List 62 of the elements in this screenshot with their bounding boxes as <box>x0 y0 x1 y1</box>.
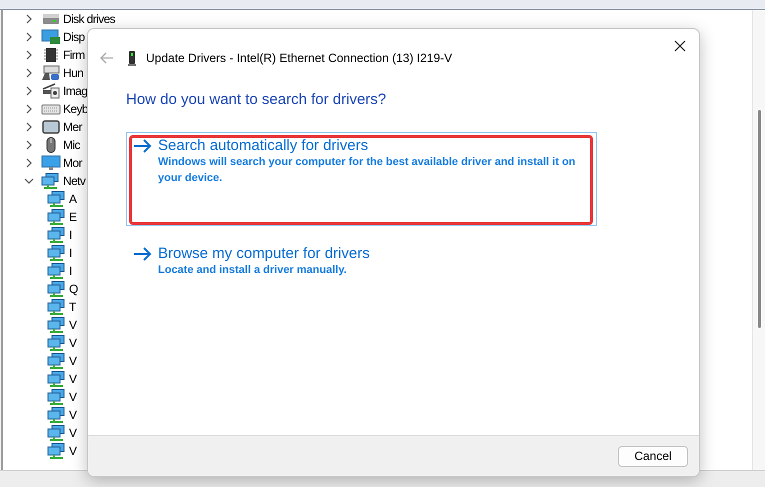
tree-item-label[interactable]: Disp <box>63 30 85 44</box>
tree-item-label[interactable]: I <box>69 228 72 242</box>
tree-item-label[interactable]: I <box>69 246 72 260</box>
tree-item-label[interactable]: Mor <box>63 156 82 170</box>
drive-icon <box>41 11 61 27</box>
option-title: Browse my computer for drivers <box>158 245 370 262</box>
option-description: Locate and install a driver manually. <box>157 263 348 278</box>
network-icon <box>47 227 67 243</box>
tree-item-label[interactable]: Hun <box>63 66 84 80</box>
close-icon <box>674 40 686 52</box>
memory-icon <box>41 119 61 135</box>
tree-item-label[interactable]: V <box>69 408 76 422</box>
tree-item-label[interactable]: V <box>69 444 76 458</box>
tree-item-label[interactable]: A <box>69 192 76 206</box>
tree-item-label[interactable]: V <box>69 372 76 386</box>
network-icon <box>47 443 67 459</box>
tree-item-label[interactable]: V <box>69 354 76 368</box>
scrollbar-thumb[interactable] <box>758 110 760 328</box>
network-icon <box>47 353 67 369</box>
dialog-heading: How do you want to search for drivers? <box>126 91 388 108</box>
network-icon <box>47 389 67 405</box>
cancel-button[interactable]: Cancel <box>618 446 688 466</box>
network-icon <box>47 209 67 225</box>
network-adapter-icon <box>128 50 136 66</box>
dialog-title: Update Drivers - Intel(R) Ethernet Connection (13) I219-V <box>146 51 454 65</box>
arrow-icon <box>133 138 152 152</box>
tree-item-label[interactable]: Firm <box>63 48 85 62</box>
network-icon <box>47 425 67 441</box>
network-icon <box>47 263 67 279</box>
network-icon <box>47 371 67 387</box>
network-icon <box>47 281 67 297</box>
tree-item-label[interactable]: Mer <box>63 120 82 134</box>
option-description: Windows will search your computer for the best available driver and install it on your device. <box>157 155 576 186</box>
tree-item-label[interactable]: Imag <box>63 84 88 98</box>
tree-item-label[interactable]: Netv <box>63 174 86 188</box>
monitor-icon <box>41 155 61 171</box>
tree-item-label[interactable]: E <box>69 210 76 224</box>
keyboard-and-gamepad-icon <box>41 65 61 81</box>
network-icon <box>47 335 67 351</box>
option-title: Search automatically for drivers <box>158 137 368 154</box>
tree-item-label[interactable]: Disk drives <box>63 12 116 26</box>
arrow-icon <box>133 246 152 260</box>
network-icon <box>47 299 67 315</box>
back-arrow-icon <box>100 52 114 64</box>
network-icon <box>47 407 67 423</box>
option-link[interactable]: Browse my computer for drivers Locate and install a driver manually. <box>126 240 597 283</box>
tree-item-label[interactable]: V <box>69 390 76 404</box>
tree-item-label[interactable]: T <box>69 300 76 314</box>
tree-item-label[interactable]: Q <box>69 282 78 296</box>
tree-item-label[interactable]: V <box>69 318 76 332</box>
network-icon <box>47 191 67 207</box>
tree-item-label[interactable]: Mic <box>63 138 80 152</box>
tree-item-label[interactable]: V <box>69 426 76 440</box>
option-link[interactable]: Search automatically for drivers Windows will search your computer for the best available driver and install it on your device. <box>126 132 597 226</box>
network-icon <box>47 317 67 333</box>
tree-item-label[interactable]: V <box>69 336 76 350</box>
network-icon <box>41 173 61 189</box>
chip-icon <box>41 47 61 63</box>
tree-item-label[interactable]: I <box>69 264 72 278</box>
network-icon <box>47 245 67 261</box>
camera-icon <box>41 83 61 99</box>
display-adapter-icon <box>41 29 61 45</box>
